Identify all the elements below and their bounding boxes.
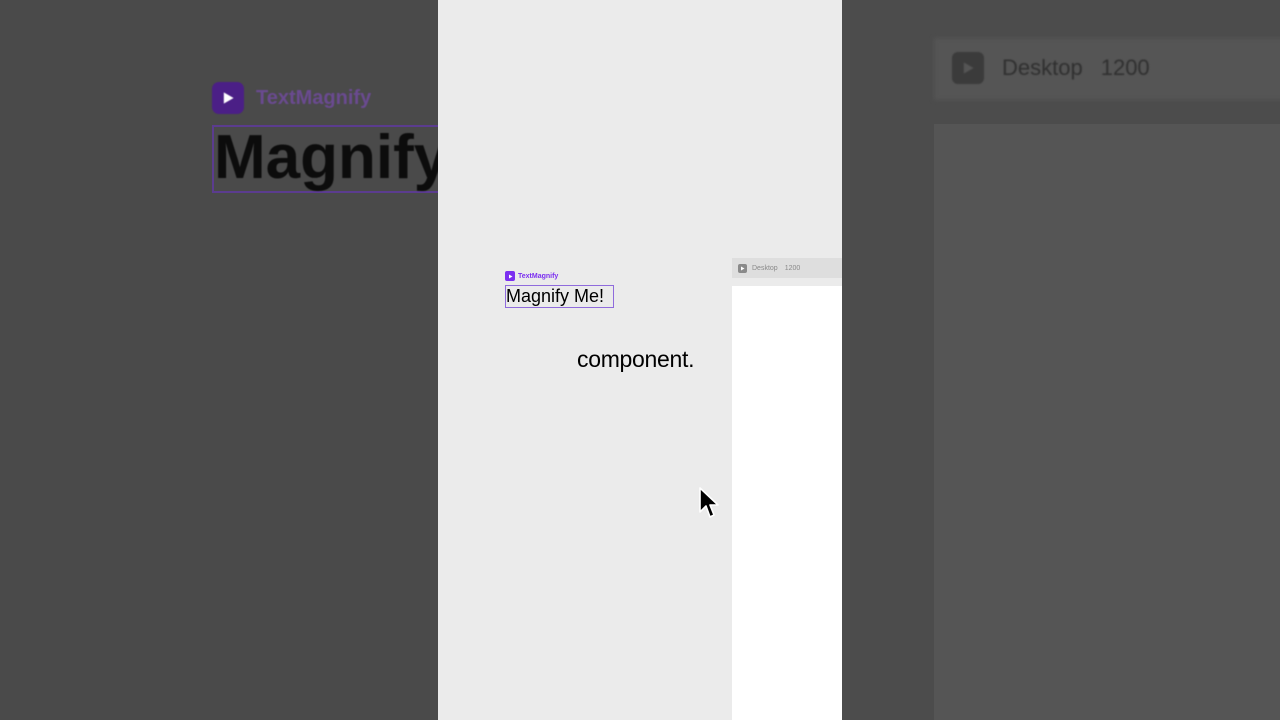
play-icon	[212, 82, 244, 114]
bg-frame-body	[934, 124, 1280, 720]
play-icon	[738, 263, 747, 273]
frame-name: Desktop	[752, 264, 778, 272]
magnify-text: Magnify Me!	[506, 286, 605, 306]
component-name: TextMagnify	[518, 272, 559, 280]
caption-text: component.	[577, 346, 695, 372]
bg-magnify-text: Magnify	[214, 123, 438, 192]
frame-header-desktop[interactable]: Desktop 1200	[732, 258, 842, 278]
play-icon	[952, 52, 984, 84]
desktop-frame[interactable]	[732, 286, 842, 720]
component-label[interactable]: TextMagnify	[505, 271, 558, 281]
bg-component-name: TextMagnify	[256, 86, 372, 109]
bg-component-label: TextMagnify	[212, 82, 371, 114]
bg-frame-size: 1200	[1100, 55, 1150, 80]
cursor-icon	[699, 487, 719, 518]
background-left: TextMagnify Magnify	[0, 0, 438, 720]
bg-frame-header-content: Desktop 1200	[952, 52, 1150, 84]
play-icon	[505, 271, 515, 281]
design-canvas[interactable]: TextMagnify Magnify Me! component. Deskt…	[438, 0, 842, 720]
frame-size: 1200	[784, 264, 801, 272]
bg-frame-name: Desktop	[1002, 55, 1083, 80]
background-right: Desktop 1200	[842, 0, 1280, 720]
